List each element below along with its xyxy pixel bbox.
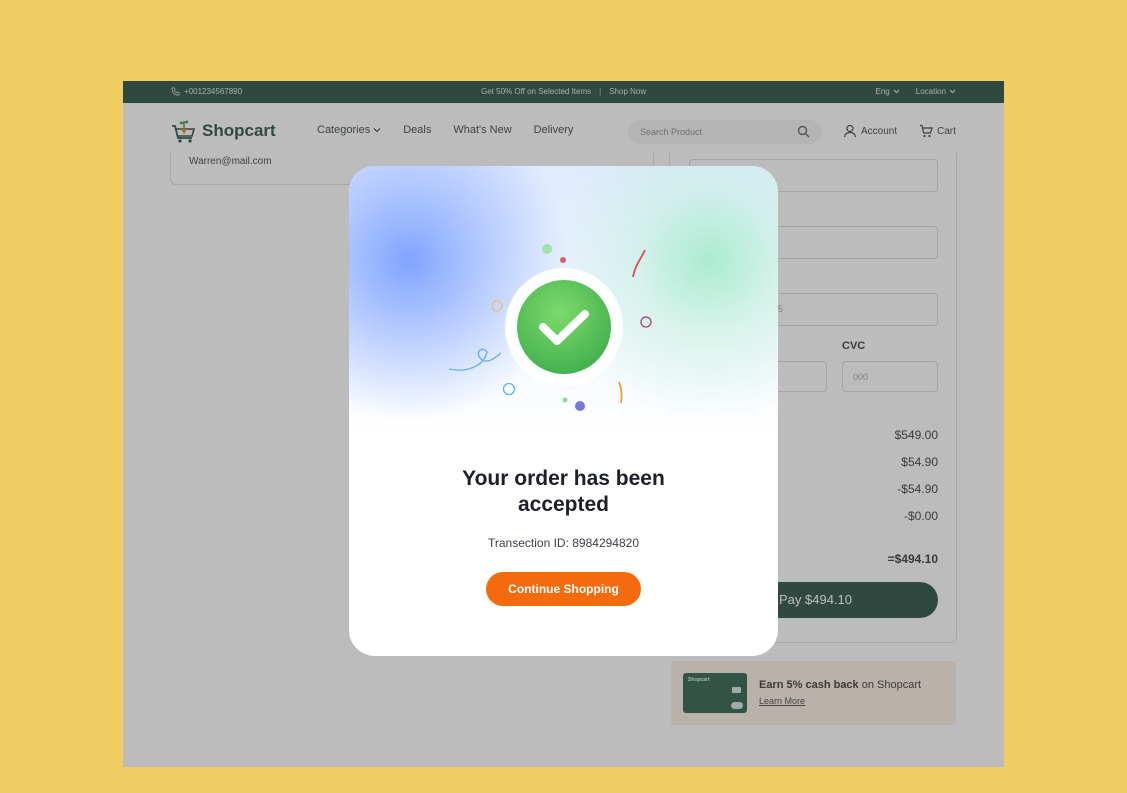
confetti-dot <box>542 244 552 254</box>
order-accepted-modal: Your order has been accepted Transection… <box>349 166 778 656</box>
confetti-dot <box>575 401 585 411</box>
modal-title-line1: Your order has been <box>462 467 665 490</box>
confetti-streamer <box>448 348 502 371</box>
modal-title: Your order has been accepted <box>349 466 778 518</box>
success-illustration <box>448 244 652 411</box>
confetti-ring <box>640 316 652 328</box>
confetti-ring <box>502 382 516 396</box>
confetti-streamer <box>632 249 646 278</box>
transaction-id: Transection ID: 8984294820 <box>488 536 639 550</box>
confetti-ring <box>491 300 503 312</box>
confetti-dot <box>560 257 566 263</box>
modal-title-line2: accepted <box>517 493 610 516</box>
success-check-icon <box>517 280 611 374</box>
confetti-streamer <box>618 381 623 404</box>
confetti-dot <box>562 397 568 403</box>
continue-shopping-button[interactable]: Continue Shopping <box>486 572 641 606</box>
